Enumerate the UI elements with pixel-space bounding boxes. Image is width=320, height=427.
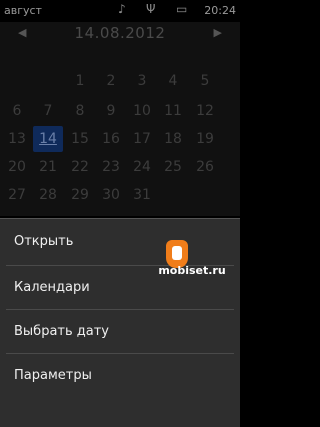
calendar-day[interactable]: 28 bbox=[33, 182, 63, 208]
calendar-day[interactable]: 3 bbox=[127, 68, 157, 94]
menu-divider bbox=[6, 353, 234, 354]
status-time: 20:24 bbox=[204, 4, 236, 17]
calendar-day[interactable]: 17 bbox=[127, 126, 157, 152]
calendar-day[interactable]: 8 bbox=[65, 98, 95, 124]
menu-item-select-date[interactable]: Выбрать дату bbox=[0, 311, 240, 353]
calendar-header: ◀ 14.08.2012 ▶ bbox=[0, 22, 240, 44]
calendar-day[interactable]: 4 bbox=[158, 68, 188, 94]
calendar-day[interactable]: 11 bbox=[158, 98, 188, 124]
watermark: mobiset.ru bbox=[146, 236, 238, 286]
calendar-week-row: 27 28 29 30 31 bbox=[0, 182, 240, 210]
calendar-day[interactable]: 16 bbox=[96, 126, 126, 152]
calendar-week-row: 12345 bbox=[0, 68, 240, 96]
signal-icon: Ψ bbox=[146, 2, 156, 16]
calendar-day[interactable]: 20 bbox=[2, 154, 32, 180]
menu-item-settings[interactable]: Параметры bbox=[0, 355, 240, 397]
calendar-day[interactable]: 12 bbox=[190, 98, 220, 124]
battery-icon: ▭ bbox=[176, 2, 188, 16]
music-off-icon: ♪ bbox=[118, 2, 126, 16]
calendar-day[interactable]: 6 bbox=[2, 98, 32, 124]
watermark-text: mobiset.ru bbox=[158, 264, 226, 277]
status-month: август bbox=[4, 4, 42, 17]
calendar-week-row: 6 7 8 9 10 11 12 bbox=[0, 98, 240, 126]
calendar-day[interactable]: 21 bbox=[33, 154, 63, 180]
calendar-day[interactable]: 19 bbox=[190, 126, 220, 152]
calendar-day[interactable]: 9 bbox=[96, 98, 126, 124]
calendar-day[interactable]: 25 bbox=[158, 154, 188, 180]
calendar-day[interactable]: 1 bbox=[65, 68, 95, 94]
calendar-day[interactable]: 10 bbox=[127, 98, 157, 124]
calendar-day[interactable]: 24 bbox=[127, 154, 157, 180]
calendar-day[interactable]: 13 bbox=[2, 126, 32, 152]
calendar-day[interactable]: 18 bbox=[158, 126, 188, 152]
calendar-day[interactable]: 23 bbox=[96, 154, 126, 180]
calendar-day[interactable]: 29 bbox=[65, 182, 95, 208]
calendar-view: ◀ 14.08.2012 ▶ 1 2 3 4 5 6 7 8 9 10 11 12 13 14 15 16 17… bbox=[0, 22, 240, 216]
calendar-week-row: 20 21 22 23 24 25 26 bbox=[0, 154, 240, 182]
calendar-day[interactable]: 2 bbox=[96, 68, 126, 94]
calendar-day-today[interactable]: 14 bbox=[33, 126, 63, 152]
status-bar: август ♪ Ψ ▭ 20:24 bbox=[0, 0, 240, 22]
next-arrow-icon[interactable]: ▶ bbox=[214, 26, 222, 39]
calendar-day[interactable]: 5 bbox=[190, 68, 220, 94]
calendar-day[interactable]: 22 bbox=[65, 154, 95, 180]
calendar-day[interactable]: 15 bbox=[65, 126, 95, 152]
calendar-date: 14.08.2012 bbox=[74, 24, 166, 42]
calendar-day[interactable]: 27 bbox=[2, 182, 32, 208]
calendar-day[interactable]: 30 bbox=[96, 182, 126, 208]
calendar-day[interactable]: 26 bbox=[190, 154, 220, 180]
calendar-week-row: 13 14 15 16 17 18 19 bbox=[0, 126, 240, 154]
menu-divider bbox=[6, 309, 234, 310]
calendar-day[interactable]: 7 bbox=[33, 98, 63, 124]
calendar-day[interactable]: 31 bbox=[127, 182, 157, 208]
